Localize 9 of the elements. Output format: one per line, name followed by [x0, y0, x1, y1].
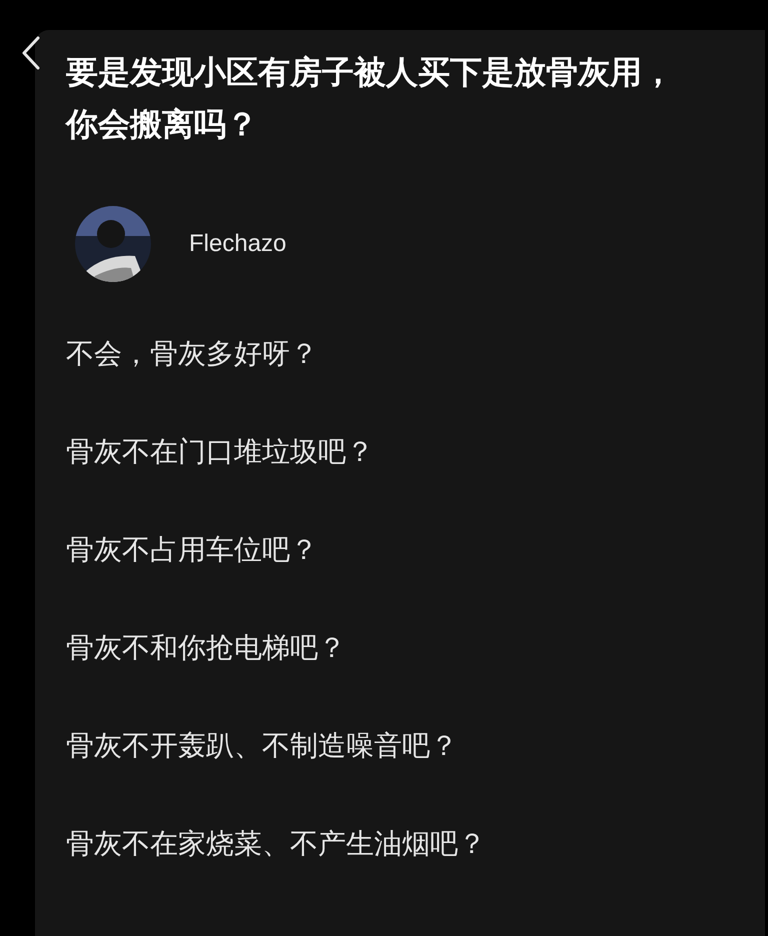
answer-text: 骨灰不在家烧菜、不产生油烟吧？ [66, 827, 487, 861]
answer-text: 不会，骨灰多好呀？ [66, 337, 319, 371]
back-icon[interactable] [20, 36, 42, 70]
question-title: 要是发现小区有房子被人买下是放骨灰用，你会搬离吗？ [66, 53, 675, 144]
author-name[interactable]: Flechazo [189, 226, 286, 262]
answer-text: 骨灰不占用车位吧？ [66, 533, 319, 567]
answer-text: 骨灰不在门口堆垃圾吧？ [66, 435, 375, 469]
answer-text: 骨灰不和你抢电梯吧？ [66, 631, 347, 665]
answer-text: 骨灰不开轰趴、不制造噪音吧？ [66, 729, 459, 763]
